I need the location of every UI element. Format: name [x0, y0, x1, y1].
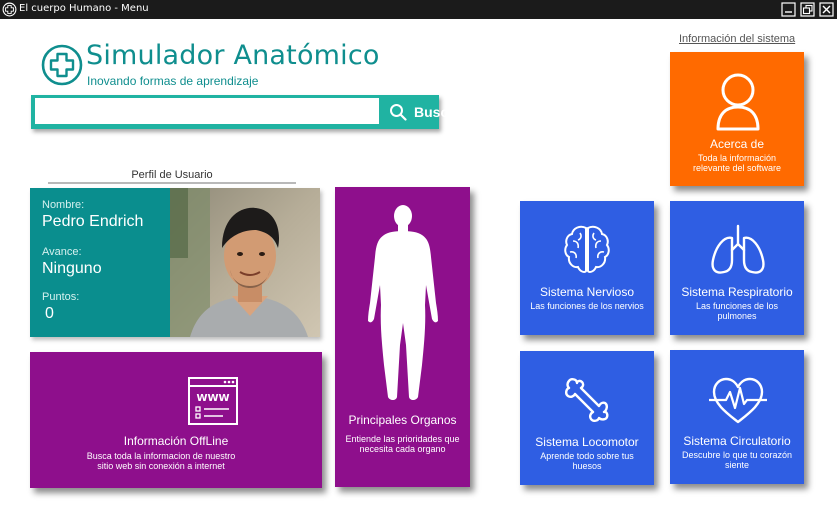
- circulatory-system-card[interactable]: Sistema Circulatorio Descubre lo que tu …: [670, 350, 804, 484]
- organs-card-description: Entiende las prioridades que necesita ca…: [345, 434, 460, 454]
- app-title: Simulador Anatómico: [86, 40, 380, 71]
- organs-card-title: Principales Organos: [348, 413, 457, 427]
- search-bar: Buscar: [31, 95, 461, 129]
- about-card-title: Acerca de: [709, 137, 765, 151]
- medical-cross-logo-icon: [41, 44, 83, 86]
- nervous-card-description: Las funciones de los nervios: [530, 301, 644, 311]
- window-title: El cuerpo Humano - Menu: [19, 3, 149, 14]
- locomotor-system-card[interactable]: Sistema Locomotor Aprende todo sobre tus…: [520, 351, 654, 485]
- offline-card-description: Busca toda la informacion de nuestro sit…: [86, 451, 236, 471]
- bone-icon: [565, 378, 609, 422]
- respiratory-card-title: Sistema Respiratorio: [681, 285, 793, 299]
- about-card-description: Toda la información relevante del softwa…: [692, 153, 782, 173]
- restore-icon[interactable]: [800, 2, 815, 17]
- minimize-icon[interactable]: [781, 2, 796, 17]
- browser-www-icon: WWW: [188, 377, 238, 425]
- locomotor-card-title: Sistema Locomotor: [535, 435, 639, 449]
- user-name: Pedro Endrich: [42, 213, 144, 230]
- app-cross-icon: [2, 2, 17, 17]
- respiratory-card-description: Las funciones de los pulmones: [695, 301, 779, 321]
- offline-card-title: Información OffLine: [123, 434, 229, 448]
- app-subtitle: Inovando formas de aprendizaje: [87, 74, 259, 88]
- search-input[interactable]: [35, 98, 379, 124]
- svg-text:WWW: WWW: [196, 393, 229, 404]
- circulatory-card-title: Sistema Circulatorio: [683, 434, 791, 448]
- lungs-icon: [711, 224, 765, 274]
- nervous-system-card[interactable]: Sistema Nervioso Las funciones de los ne…: [520, 201, 654, 335]
- points-label: Puntos:: [42, 291, 80, 303]
- system-info-link[interactable]: Información del sistema: [679, 33, 795, 45]
- about-card[interactable]: Acerca de Toda la información relevante …: [670, 52, 804, 186]
- respiratory-system-card[interactable]: Sistema Respiratorio Las funciones de lo…: [670, 201, 804, 335]
- organs-card[interactable]: Principales Organos Entiende las priorid…: [335, 187, 470, 487]
- user-progress: Ninguno: [42, 260, 102, 277]
- user-photo: [170, 188, 320, 337]
- search-button-label: Buscar: [414, 104, 462, 120]
- name-label: Nombre:: [42, 199, 85, 211]
- profile-section-label: Perfil de Usuario: [48, 169, 296, 184]
- progress-label: Avance:: [42, 246, 82, 258]
- profile-card: Nombre: Pedro Endrich Avance: Ninguno Pu…: [30, 188, 320, 337]
- circulatory-card-description: Descubre lo que tu corazón siente: [681, 450, 793, 470]
- user-points: 0: [45, 305, 54, 322]
- nervous-card-title: Sistema Nervioso: [539, 285, 635, 299]
- locomotor-card-description: Aprende todo sobre tus huesos: [540, 451, 634, 471]
- human-body-icon: [368, 205, 438, 400]
- search-icon: [390, 104, 407, 121]
- window-titlebar: El cuerpo Humano - Menu: [0, 0, 837, 19]
- close-icon[interactable]: [819, 2, 834, 17]
- search-button[interactable]: Buscar: [383, 95, 469, 129]
- heart-pulse-icon: [709, 377, 767, 424]
- offline-info-card[interactable]: WWW Información OffLine Busca toda la in…: [30, 352, 322, 488]
- user-icon: [716, 73, 760, 131]
- brain-icon: [564, 225, 610, 273]
